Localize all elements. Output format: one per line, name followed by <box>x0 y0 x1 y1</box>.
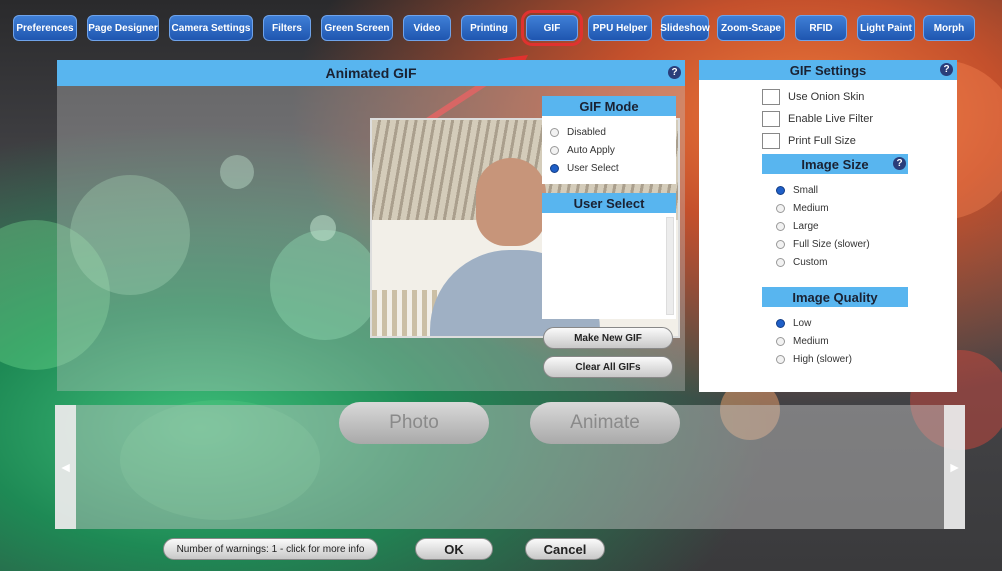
tab-filters[interactable]: Filters <box>263 15 311 41</box>
radio-icon <box>776 257 785 267</box>
image-size-custom[interactable]: Custom <box>776 253 870 271</box>
image-quality-medium-label: Medium <box>793 335 829 347</box>
tab-light-paint[interactable]: Light Paint <box>857 15 915 41</box>
tab-slideshow[interactable]: Slideshow <box>660 15 710 41</box>
tab-morph[interactable]: Morph <box>923 15 975 41</box>
image-size-large-label: Large <box>793 220 819 232</box>
radio-icon <box>776 336 785 346</box>
tab-green-screen[interactable]: Green Screen <box>321 15 393 41</box>
animated-gif-header: Animated GIF <box>57 60 685 86</box>
image-quality-title: Image Quality <box>792 289 878 305</box>
gif-mode-options: Disabled Auto Apply User Select <box>550 123 619 177</box>
image-quality-low[interactable]: Low <box>776 314 852 332</box>
gif-settings-checkboxes: Use Onion Skin Enable Live Filter Print … <box>762 86 873 152</box>
tab-preferences[interactable]: Preferences <box>13 15 77 41</box>
gif-settings-title: GIF Settings <box>789 62 867 78</box>
tab-video[interactable]: Video <box>403 15 451 41</box>
image-size-custom-label: Custom <box>793 256 828 268</box>
checkbox-icon <box>762 111 780 127</box>
image-quality-low-label: Low <box>793 317 812 329</box>
radio-icon <box>776 203 785 213</box>
gif-settings-header: GIF Settings <box>699 60 957 80</box>
user-select-list[interactable] <box>542 213 676 319</box>
gif-mode-title: GIF Mode <box>579 98 639 114</box>
image-size-medium[interactable]: Medium <box>776 199 870 217</box>
user-select-title: User Select <box>573 195 645 211</box>
gif-mode-user-select[interactable]: User Select <box>550 159 619 177</box>
image-size-full[interactable]: Full Size (slower) <box>776 235 870 253</box>
ok-button[interactable]: OK <box>415 538 493 560</box>
checkbox-icon <box>762 133 780 149</box>
tab-page-designer[interactable]: Page Designer <box>87 15 159 41</box>
gif-mode-auto-apply-label: Auto Apply <box>567 144 615 156</box>
image-quality-header: Image Quality <box>762 287 908 307</box>
gif-mode-user-select-label: User Select <box>567 162 619 174</box>
radio-selected-icon <box>776 185 785 195</box>
help-icon[interactable]: ? <box>940 63 953 76</box>
photo-button[interactable]: Photo <box>339 402 489 444</box>
image-size-options: Small Medium Large Full Size (slower) Cu… <box>776 181 870 271</box>
image-size-full-label: Full Size (slower) <box>793 238 870 250</box>
image-size-title: Image Size <box>801 156 869 172</box>
image-size-medium-label: Medium <box>793 202 829 214</box>
use-onion-skin-label: Use Onion Skin <box>788 91 865 103</box>
person-face <box>476 158 546 246</box>
enable-live-filter-checkbox[interactable]: Enable Live Filter <box>762 108 873 130</box>
image-quality-high-label: High (slower) <box>793 353 852 365</box>
help-icon[interactable]: ? <box>893 157 906 170</box>
gif-mode-header: GIF Mode <box>542 96 676 116</box>
radio-icon <box>776 239 785 249</box>
radio-icon <box>776 354 785 364</box>
tab-printing[interactable]: Printing <box>461 15 517 41</box>
tab-zoom-scape[interactable]: Zoom-Scape <box>717 15 785 41</box>
animated-gif-title: Animated GIF <box>325 65 417 81</box>
image-size-large[interactable]: Large <box>776 217 870 235</box>
tab-gif[interactable]: GIF <box>521 10 583 46</box>
image-size-header: Image Size <box>762 154 908 174</box>
radio-icon <box>550 127 559 137</box>
print-full-size-label: Print Full Size <box>788 135 856 147</box>
scrollbar[interactable] <box>666 217 674 315</box>
enable-live-filter-label: Enable Live Filter <box>788 113 873 125</box>
user-select-header: User Select <box>542 193 676 213</box>
gif-mode-auto-apply[interactable]: Auto Apply <box>550 141 619 159</box>
scroll-right-arrow-icon[interactable]: ► <box>944 405 965 529</box>
image-quality-medium[interactable]: Medium <box>776 332 852 350</box>
radio-selected-icon <box>776 318 785 328</box>
use-onion-skin-checkbox[interactable]: Use Onion Skin <box>762 86 873 108</box>
gif-mode-disabled-label: Disabled <box>567 126 606 138</box>
tab-rfid[interactable]: RFID <box>795 15 847 41</box>
tab-ppu-helper[interactable]: PPU Helper <box>588 15 652 41</box>
image-size-small[interactable]: Small <box>776 181 870 199</box>
bottom-strip <box>55 405 965 529</box>
print-full-size-checkbox[interactable]: Print Full Size <box>762 130 873 152</box>
image-quality-options: Low Medium High (slower) <box>776 314 852 368</box>
radio-icon <box>550 145 559 155</box>
tab-camera-settings[interactable]: Camera Settings <box>169 15 253 41</box>
make-new-gif-button[interactable]: Make New GIF <box>543 327 673 349</box>
checkbox-icon <box>762 89 780 105</box>
image-size-small-label: Small <box>793 184 819 196</box>
animate-button[interactable]: Animate <box>530 402 680 444</box>
help-icon[interactable]: ? <box>668 66 681 79</box>
radio-icon <box>776 221 785 231</box>
warnings-button[interactable]: Number of warnings: 1 - click for more i… <box>163 538 378 560</box>
gif-mode-disabled[interactable]: Disabled <box>550 123 619 141</box>
cancel-button[interactable]: Cancel <box>525 538 605 560</box>
image-quality-high[interactable]: High (slower) <box>776 350 852 368</box>
clear-all-gifs-button[interactable]: Clear All GIFs <box>543 356 673 378</box>
radio-selected-icon <box>550 163 559 173</box>
scroll-left-arrow-icon[interactable]: ◄ <box>55 405 76 529</box>
